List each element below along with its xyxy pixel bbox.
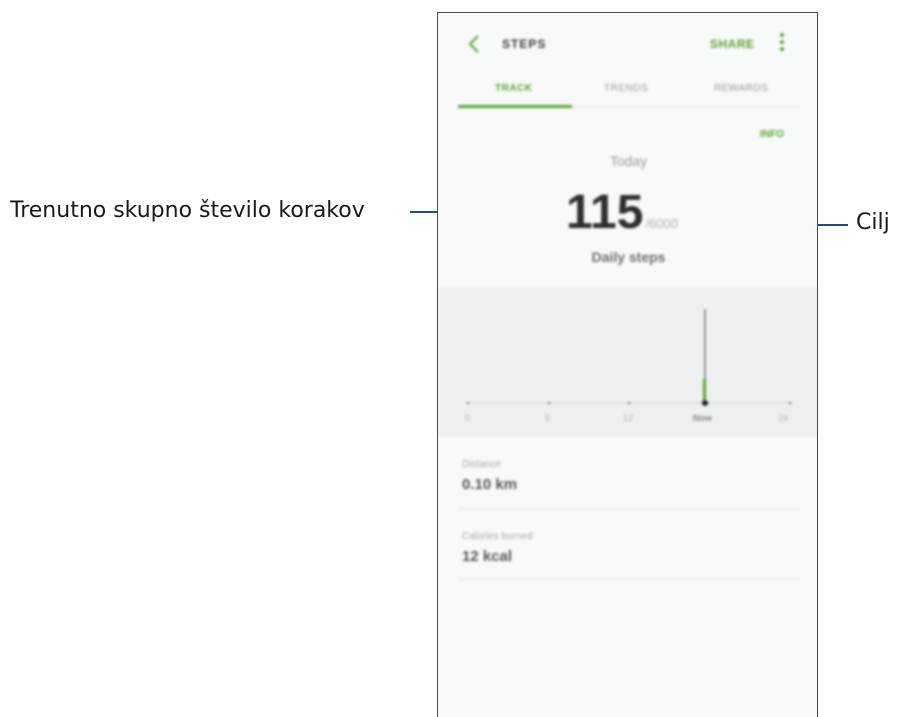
chart-x-label: 6	[545, 413, 551, 423]
distance-label: Distance	[462, 459, 501, 470]
distance-value: 0.10 km	[462, 476, 518, 493]
calories-label: Calories burned	[462, 531, 533, 542]
stats-divider	[458, 579, 800, 580]
stats-divider	[458, 508, 800, 509]
back-arrow-icon[interactable]	[462, 31, 488, 57]
day-label: Today	[609, 153, 648, 169]
goal-callout-label: Cilj	[856, 210, 890, 235]
tab-trends[interactable]: TRENDS	[604, 83, 648, 94]
info-button[interactable]: INFO	[760, 129, 784, 140]
chart-x-label: 12	[623, 413, 634, 423]
step-summary: 115/6000	[566, 185, 726, 240]
now-marker-dot	[702, 400, 708, 406]
hourly-steps-chart[interactable]: 0 6 12 Now 24	[438, 287, 817, 437]
tab-track[interactable]: TRACK	[495, 83, 533, 94]
app-content: STEPS SHARE TRACK TRENDS REWARDS INFO To…	[438, 13, 817, 717]
chart-tick-dot	[466, 401, 470, 405]
step-count: 115	[566, 186, 644, 239]
phone-screen: STEPS SHARE TRACK TRENDS REWARDS INFO To…	[437, 12, 818, 717]
share-button[interactable]: SHARE	[710, 37, 755, 51]
step-bar	[703, 379, 706, 401]
chart-x-label-now: Now	[693, 413, 712, 423]
step-goal: /6000	[645, 216, 678, 231]
chart-x-label: 0	[465, 413, 471, 423]
tab-rewards[interactable]: REWARDS	[714, 83, 768, 94]
daily-steps-caption: Daily steps	[591, 249, 666, 265]
more-vert-icon[interactable]	[778, 33, 786, 55]
chart-tick-dot	[547, 401, 551, 405]
page-title: STEPS	[502, 37, 547, 51]
chart-tick-dot	[627, 401, 631, 405]
chart-x-label: 24	[778, 413, 789, 423]
tab-indicator	[458, 105, 572, 108]
calories-value: 12 kcal	[462, 548, 513, 565]
chart-tick-dot	[788, 401, 792, 405]
steps-callout-label: Trenutno skupno število korakov	[10, 198, 365, 223]
